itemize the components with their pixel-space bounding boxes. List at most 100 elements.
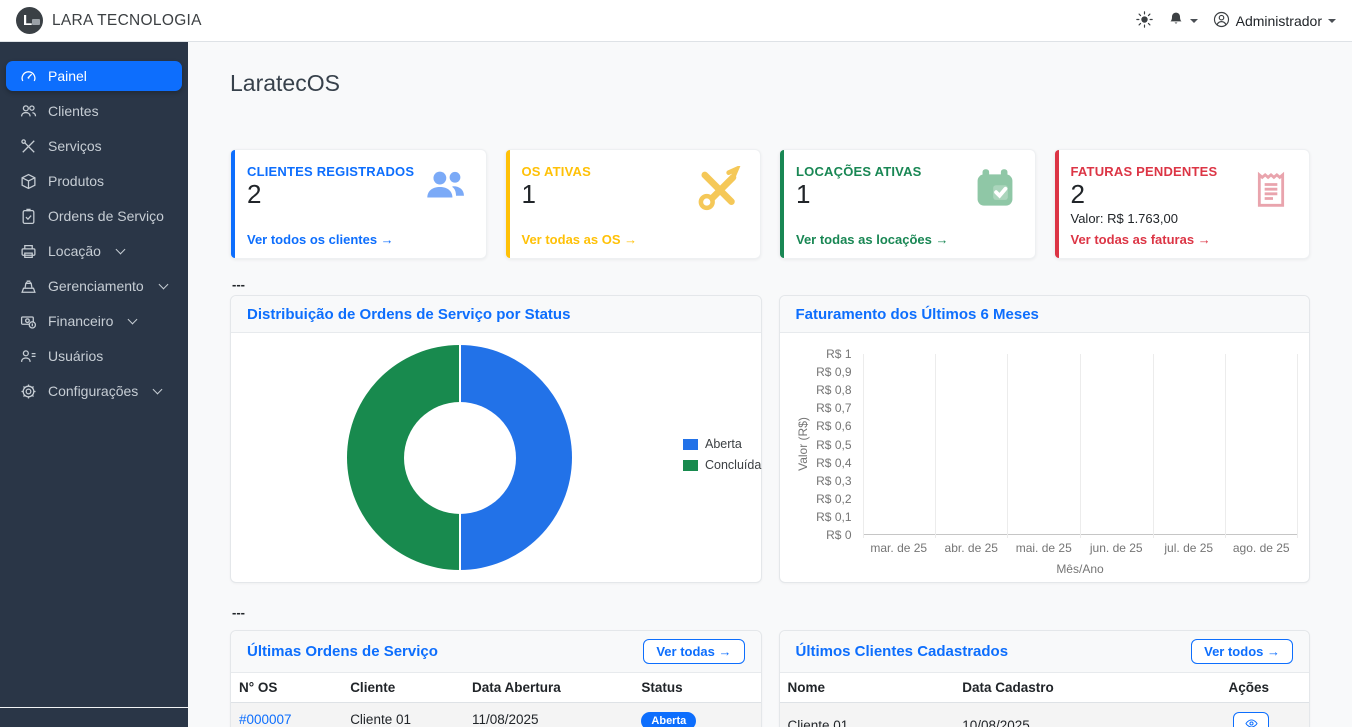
sidebar-item-label: Painel (48, 68, 87, 84)
clients-table: Nome Data Cadastro Ações Cliente 01 10/0… (780, 673, 1310, 727)
table-row: #000007 Cliente 01 11/08/2025 Aberta (231, 703, 761, 727)
bar-chart-plot (863, 354, 1298, 535)
status-badge: Aberta (641, 712, 696, 727)
sidebar-item-produtos[interactable]: Produtos (6, 166, 182, 196)
recent-os-card: Últimas Ordens de Serviço Ver todas → N°… (230, 630, 762, 727)
brand-logo-icon: L (16, 7, 43, 34)
separator-text: --- (232, 277, 1310, 292)
table-header-row: N° OS Cliente Data Abertura Status (231, 673, 761, 703)
sidebar-item-locacao[interactable]: Locação (6, 236, 182, 266)
os-number-link[interactable]: #000007 (239, 712, 292, 727)
sidebar-item-label: Ordens de Serviço (48, 208, 164, 224)
legend-swatch-concluida (683, 460, 698, 471)
legend-item-aberta: Aberta (683, 437, 761, 451)
bell-icon (1168, 11, 1184, 30)
ver-todas-os-link[interactable]: Ver todas as OS → (522, 232, 638, 247)
stat-card-faturas-pendentes: FATURAS PENDENTES 2 Valor: R$ 1.763,00 V… (1054, 149, 1311, 259)
speedometer-icon (20, 68, 37, 85)
stat-card-os-ativas: OS ATIVAS 1 Ver todas as OS → (505, 149, 762, 259)
column-header: Status (633, 673, 760, 703)
box-icon (20, 173, 37, 190)
bar-chart-body: Valor (R$) R$ 1 R$ 0,9 R$ 0,8 R$ 0,7 R$ … (780, 333, 1310, 583)
os-status-chart-card: Distribuição de Ordens de Serviço por St… (230, 295, 762, 583)
x-axis-ticks: mar. de 25 abr. de 25 mai. de 25 jun. de… (863, 541, 1298, 555)
ver-todas-os-button[interactable]: Ver todas → (643, 639, 744, 664)
legend-item-concluida: Concluída (683, 458, 761, 472)
sidebar-divider (0, 707, 188, 708)
sidebar-item-label: Gerenciamento (48, 278, 144, 294)
table-title: Últimas Ordens de Serviço (247, 643, 438, 660)
chevron-down-icon (158, 279, 168, 289)
brand-name: LARA TECNOLOGIA (52, 12, 202, 30)
tools-icon (20, 138, 37, 155)
column-header: Nome (780, 673, 955, 703)
column-header: Cliente (342, 673, 464, 703)
clipboard-check-icon (20, 208, 37, 225)
sidebar-item-usuarios[interactable]: Usuários (6, 341, 182, 371)
view-client-button[interactable] (1233, 712, 1269, 727)
sidebar-item-label: Usuários (48, 348, 103, 364)
sun-icon (1136, 11, 1153, 31)
theme-toggle-button[interactable] (1136, 11, 1153, 31)
printer-icon (20, 243, 37, 260)
person-lines-icon (20, 348, 37, 365)
sidebar-item-financeiro[interactable]: Financeiro (6, 306, 182, 336)
user-menu-button[interactable]: Administrador (1213, 11, 1336, 31)
sidebar: Painel Clientes Serviços Produtos Ordens… (0, 42, 188, 727)
people-fill-icon (423, 166, 468, 210)
card-header: Distribuição de Ordens de Serviço por St… (231, 296, 761, 333)
sidebar-item-ordens-de-servico[interactable]: Ordens de Serviço (6, 201, 182, 231)
revenue-chart-card: Faturamento dos Últimos 6 Meses Valor (R… (779, 295, 1311, 583)
ver-todas-locacoes-link[interactable]: Ver todas as locações → (796, 232, 948, 247)
sidebar-item-label: Clientes (48, 103, 99, 119)
donut-chart-body: Aberta Concluída (231, 333, 761, 583)
stat-card-clientes-registrados: CLIENTES REGISTRADOS 2 Ver todos os clie… (230, 149, 487, 259)
charts-row: Distribuição de Ordens de Serviço por St… (230, 295, 1310, 583)
x-axis-title: Mês/Ano (863, 562, 1298, 576)
sidebar-item-painel[interactable]: Painel (6, 61, 182, 91)
separator-text: --- (232, 605, 1310, 620)
table-row: Cliente 01 10/08/2025 (780, 703, 1310, 727)
column-header: N° OS (231, 673, 342, 703)
stat-cards-row: CLIENTES REGISTRADOS 2 Ver todos os clie… (230, 149, 1310, 259)
legend-label: Concluída (705, 458, 761, 472)
ver-todos-clientes-button[interactable]: Ver todos → (1191, 639, 1293, 664)
chart-title: Faturamento dos Últimos 6 Meses (796, 306, 1039, 323)
navbar-actions: Administrador (1136, 11, 1336, 31)
page-title: LaratecOS (230, 70, 1310, 97)
sidebar-item-gerenciamento[interactable]: Gerenciamento (6, 271, 182, 301)
notifications-button[interactable] (1168, 11, 1198, 30)
ver-todas-faturas-link[interactable]: Ver todas as faturas → (1071, 232, 1211, 247)
ver-todos-clientes-link[interactable]: Ver todos os clientes → (247, 232, 394, 247)
sidebar-item-clientes[interactable]: Clientes (6, 96, 182, 126)
cell-data-abertura: 11/08/2025 (464, 703, 633, 727)
main-content: LaratecOS CLIENTES REGISTRADOS 2 Ver tod… (188, 42, 1352, 727)
brand[interactable]: L LARA TECNOLOGIA (16, 7, 202, 34)
legend-label: Aberta (705, 437, 742, 451)
sidebar-item-label: Produtos (48, 173, 104, 189)
sidebar-item-label: Locação (48, 243, 101, 259)
chevron-down-icon (128, 314, 138, 324)
sidebar-item-label: Configurações (48, 383, 138, 399)
stat-card-locacoes-ativas: LOCAÇÕES ATIVAS 1 Ver todas as locações … (779, 149, 1036, 259)
chevron-down-icon (115, 244, 125, 254)
cash-coin-icon (20, 313, 37, 330)
column-header: Data Cadastro (954, 673, 1192, 703)
user-name: Administrador (1236, 13, 1322, 29)
sidebar-item-configuracoes[interactable]: Configurações (6, 376, 182, 406)
sidebar-item-servicos[interactable]: Serviços (6, 131, 182, 161)
card-header: Últimos Clientes Cadastrados Ver todos → (780, 631, 1310, 673)
person-circle-icon (1213, 11, 1230, 31)
cell-cliente: Cliente 01 (342, 703, 464, 727)
chart-title: Distribuição de Ordens de Serviço por St… (247, 306, 570, 323)
people-icon (20, 103, 37, 120)
legend-swatch-aberta (683, 439, 698, 450)
tools-crossed-icon (695, 166, 742, 216)
card-header: Últimas Ordens de Serviço Ver todas → (231, 631, 761, 673)
eye-icon (1244, 717, 1259, 727)
sidebar-item-label: Financeiro (48, 313, 113, 329)
donut-chart (347, 345, 572, 570)
cell-nome: Cliente 01 (780, 703, 955, 727)
chevron-down-icon (1190, 19, 1198, 23)
top-navbar: L LARA TECNOLOGIA (0, 0, 1352, 42)
